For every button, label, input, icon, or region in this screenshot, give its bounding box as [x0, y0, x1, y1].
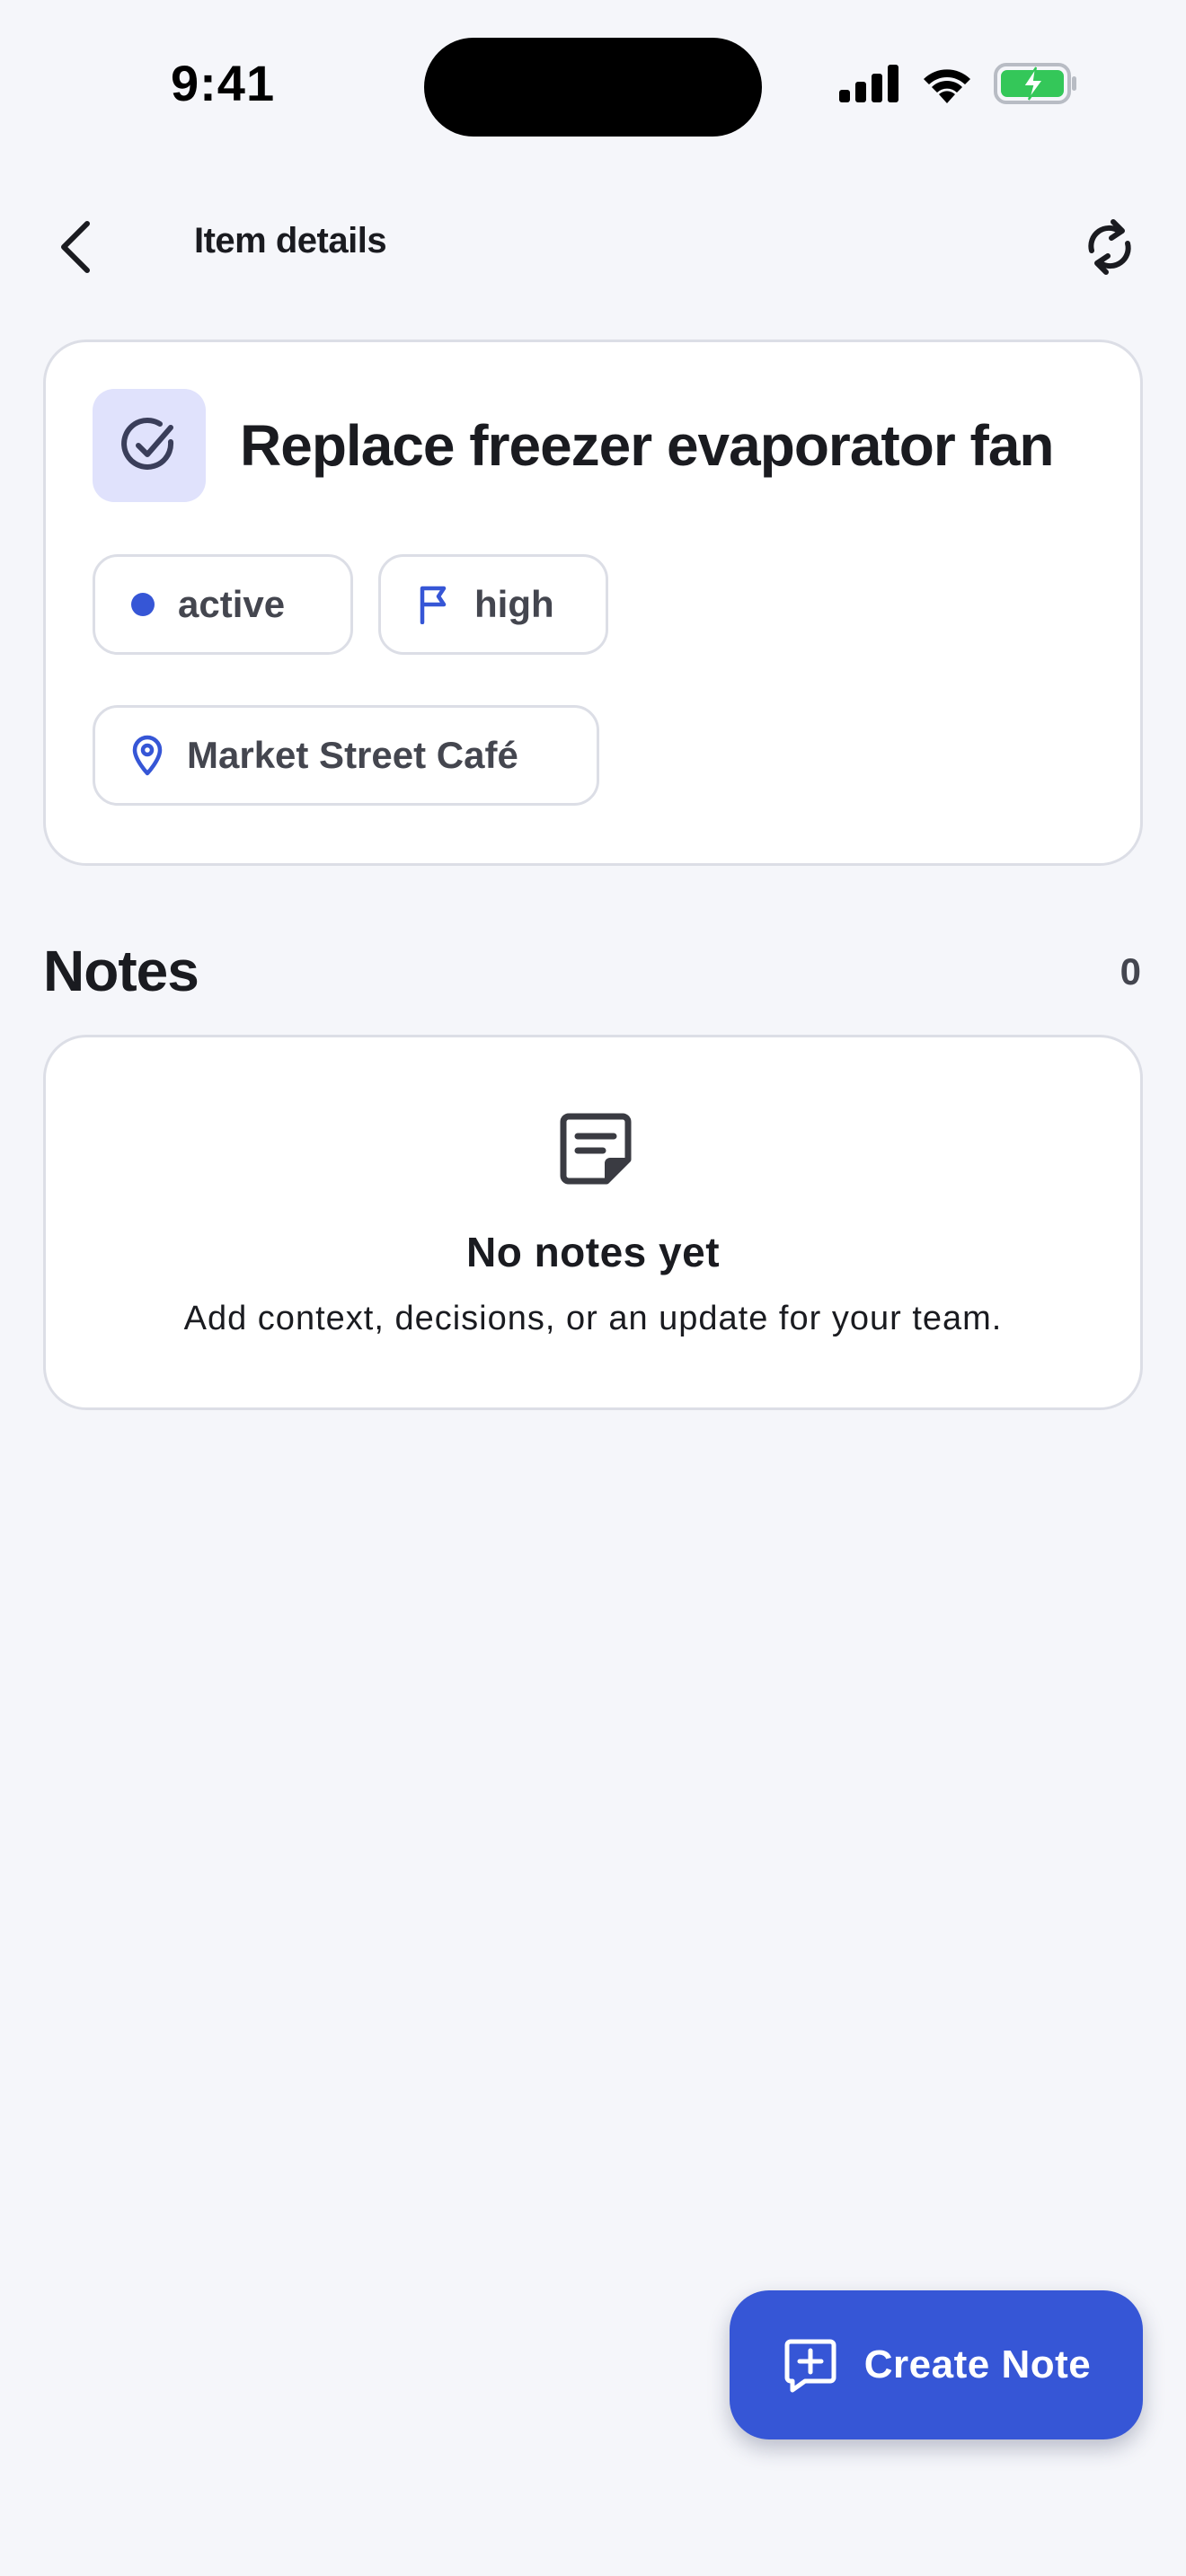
empty-state-subtitle: Add context, decisions, or an update for…	[183, 1300, 1003, 1337]
location-label: Market Street Café	[187, 734, 518, 776]
priority-chip: high	[378, 554, 608, 655]
create-note-button[interactable]: Create Note	[730, 2290, 1143, 2439]
item-card: Replace freezer evaporator fan active hi…	[43, 340, 1143, 866]
item-icon-tile	[93, 389, 206, 502]
notes-empty-state: No notes yet Add context, decisions, or …	[43, 1035, 1143, 1410]
refresh-icon	[1088, 219, 1131, 275]
wifi-icon	[924, 69, 970, 103]
status-time: 9:41	[171, 55, 276, 111]
location-chip: Market Street Café	[93, 705, 599, 806]
priority-label: high	[474, 583, 554, 625]
notes-heading: Notes	[43, 939, 199, 1003]
add-note-icon	[784, 2339, 836, 2393]
status-bar: 9:41	[0, 0, 1186, 153]
battery-charging-icon	[994, 63, 1076, 104]
check-circle-icon	[121, 418, 174, 470]
location-pin-icon	[132, 735, 163, 776]
sticky-note-icon	[560, 1113, 632, 1185]
chevron-left-icon	[61, 221, 90, 273]
page-title: Item details	[194, 221, 387, 260]
dynamic-island	[424, 38, 762, 137]
status-dot-icon	[131, 593, 155, 616]
nav-bar: Item details	[0, 189, 1186, 296]
item-details-screen: 9:41 Item details Replace freezer evapor…	[0, 0, 1186, 2576]
status-label: active	[178, 583, 286, 625]
create-note-label: Create Note	[863, 2342, 1092, 2386]
flag-icon	[420, 586, 447, 624]
refresh-button[interactable]	[1069, 207, 1150, 287]
back-button[interactable]	[36, 207, 117, 287]
item-title: Replace freezer evaporator fan	[240, 413, 1054, 478]
empty-state-title: No notes yet	[465, 1229, 721, 1275]
signal-icon	[839, 65, 898, 102]
notes-count: 0	[1120, 950, 1141, 992]
status-icons	[839, 63, 1078, 104]
status-chip: active	[93, 554, 353, 655]
